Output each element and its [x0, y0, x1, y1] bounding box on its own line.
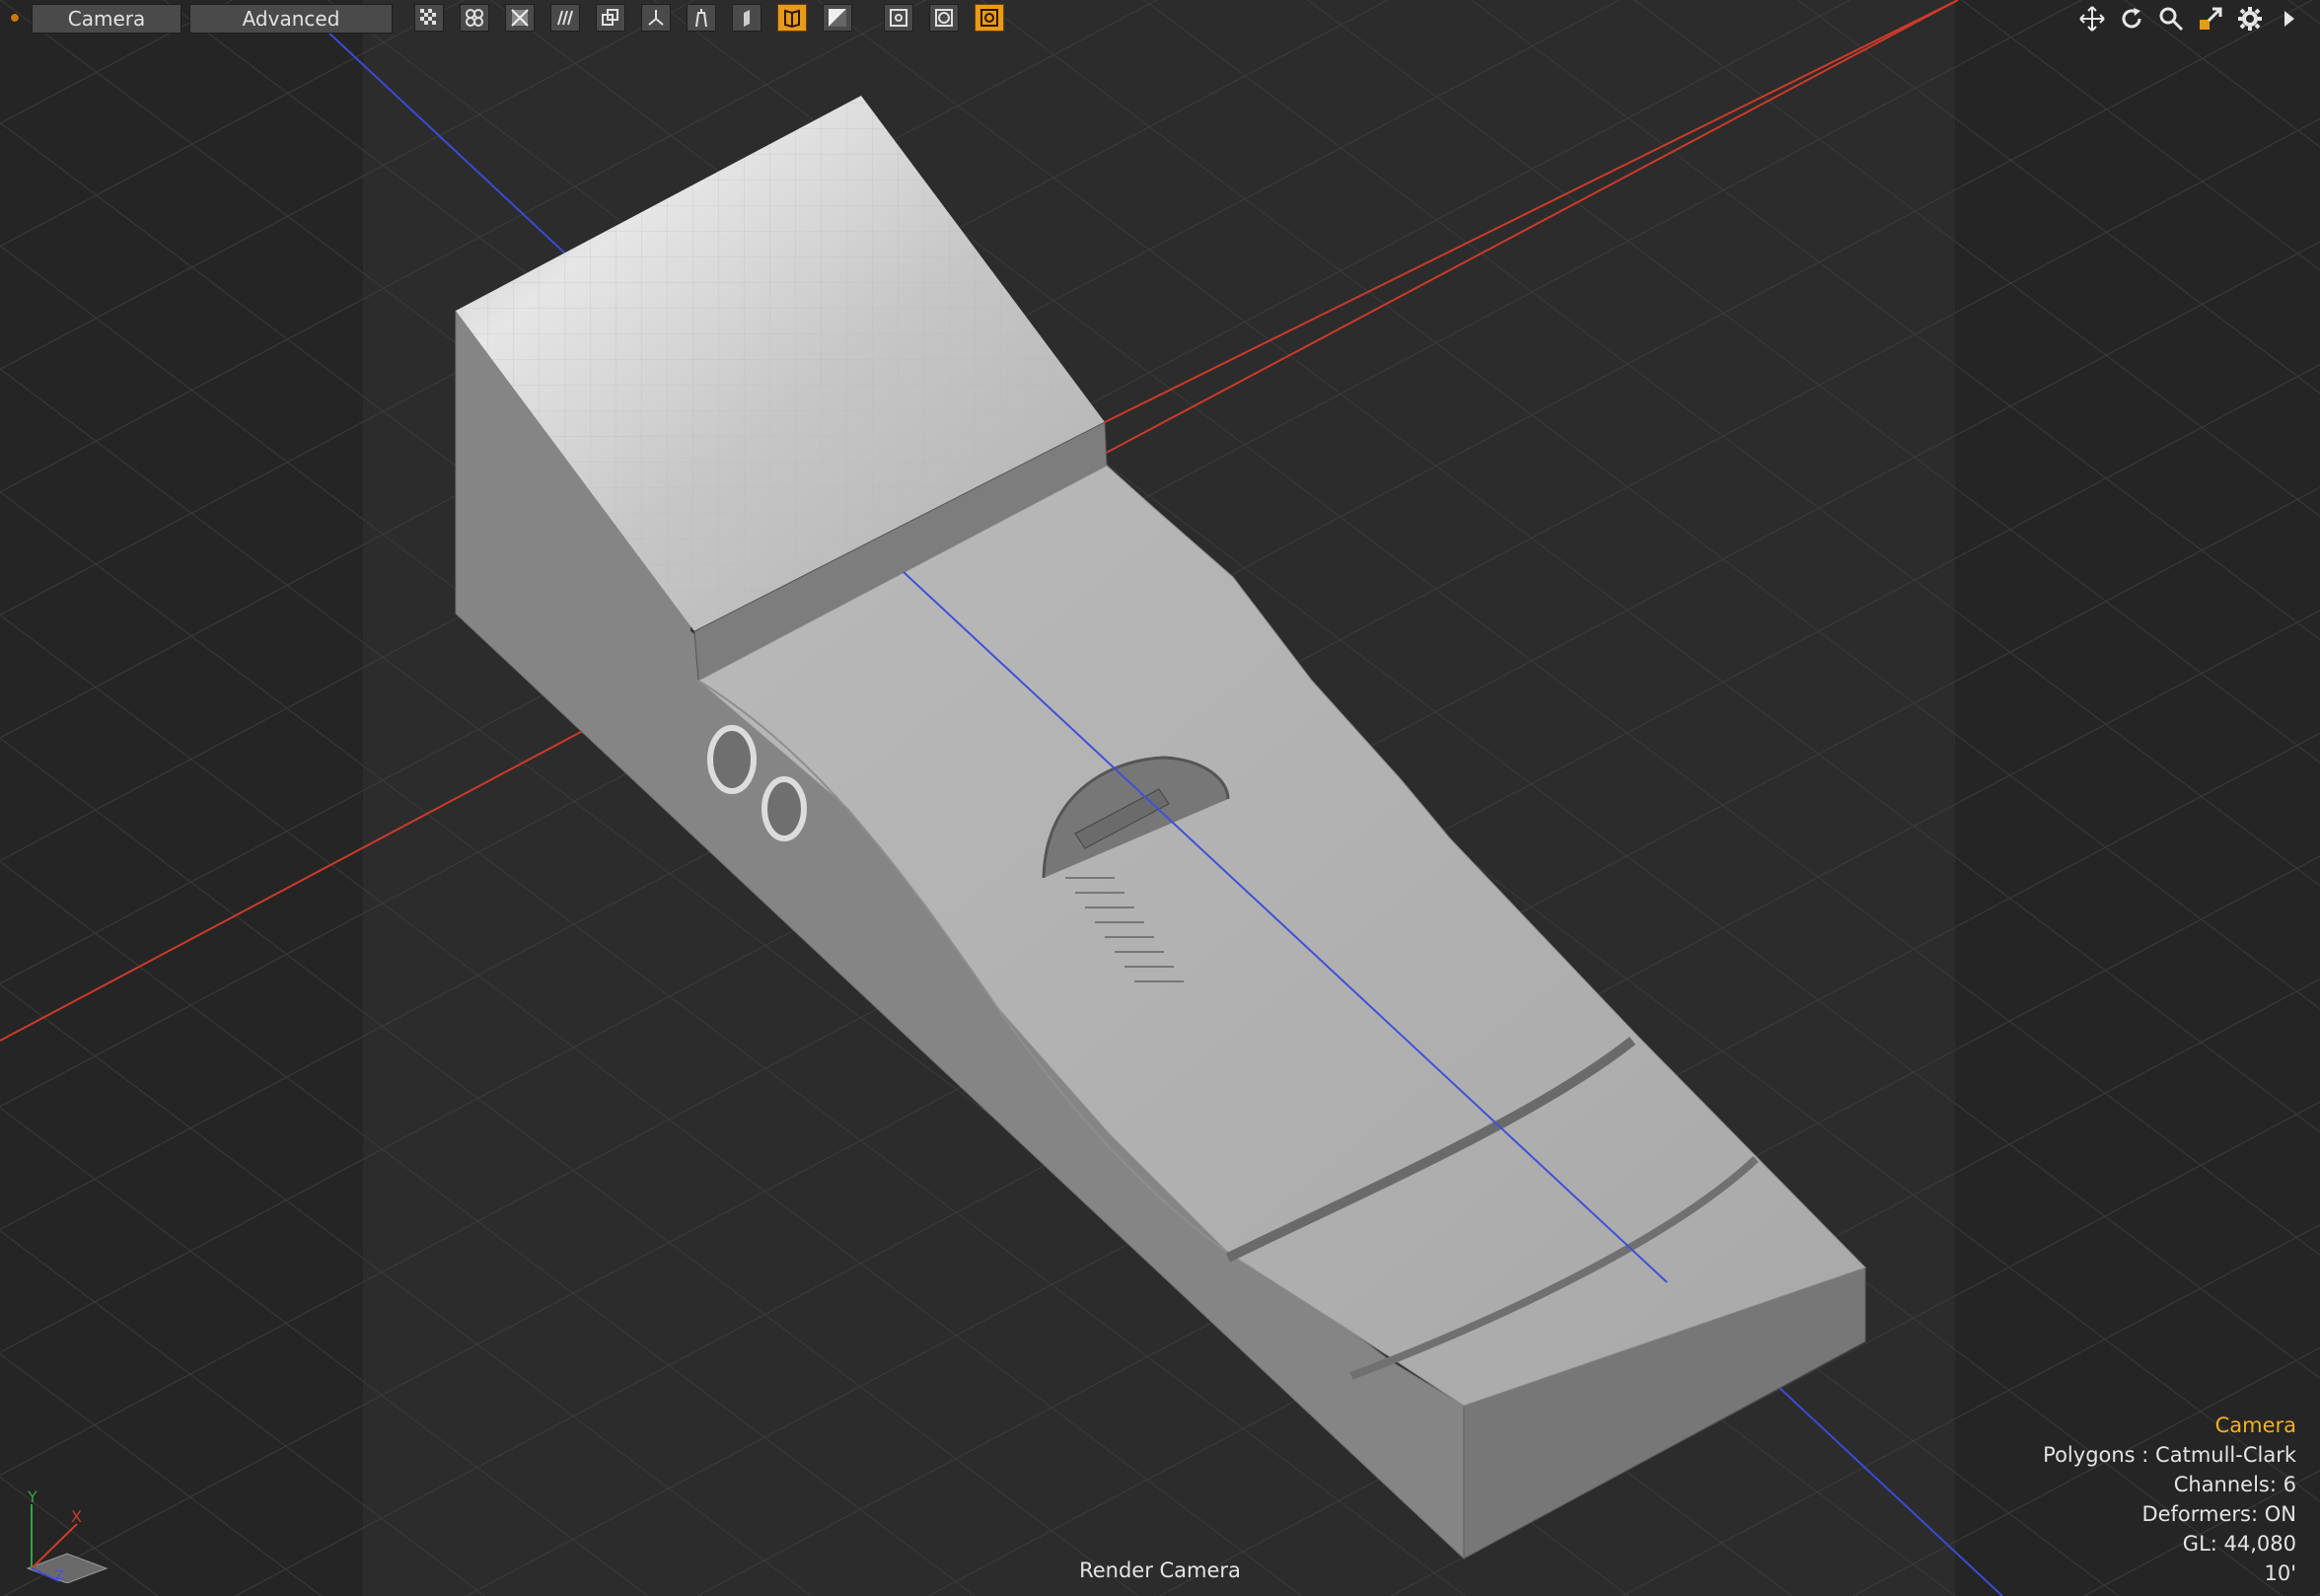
info-deformers: Deformers: ON — [2141, 1502, 2296, 1526]
gear-icon[interactable] — [2235, 4, 2265, 34]
layers-icon[interactable] — [596, 4, 625, 32]
tab-camera[interactable]: Camera — [32, 4, 181, 34]
refresh-box-icon[interactable] — [975, 4, 1004, 32]
leaf-icon[interactable] — [732, 4, 761, 32]
fit-icon[interactable] — [2196, 4, 2225, 34]
viewport-canvas[interactable] — [0, 0, 2320, 1596]
info-gl: GL: 44,080 — [2182, 1532, 2296, 1556]
diagonal-split-icon[interactable] — [823, 4, 852, 32]
viewport-toolbar: Camera Advanced — [0, 0, 2320, 36]
viewport-nav-controls — [2077, 4, 2304, 34]
play-arrow-icon[interactable] — [2275, 4, 2304, 34]
info-polygons: Polygons : Catmull-Clark — [2043, 1443, 2296, 1467]
checker-icon[interactable] — [414, 4, 444, 32]
move-icon[interactable] — [2077, 4, 2107, 34]
pipe-hole-1 — [707, 725, 757, 794]
axis-gizmo: Y X Z — [26, 1487, 109, 1583]
circle-target-icon[interactable] — [929, 4, 959, 32]
figure-icon[interactable] — [687, 4, 716, 32]
3d-viewport[interactable] — [0, 0, 2320, 1596]
gizmo-x-label: X — [71, 1507, 82, 1526]
tab-advanced[interactable]: Advanced — [189, 4, 393, 34]
waves-icon[interactable] — [550, 4, 580, 32]
cross-box-icon[interactable] — [505, 4, 535, 32]
axis-y-icon[interactable] — [641, 4, 671, 32]
book-icon[interactable] — [777, 4, 807, 32]
info-title: Camera — [2214, 1414, 2296, 1437]
pipe-hole-2 — [761, 776, 807, 841]
zoom-icon[interactable] — [2156, 4, 2186, 34]
viewport-menu-icon[interactable] — [10, 13, 20, 23]
four-circles-icon[interactable] — [460, 4, 489, 32]
square-target-icon[interactable] — [884, 4, 913, 32]
info-channels: Channels: 6 — [2173, 1473, 2296, 1496]
gizmo-z-label: Z — [55, 1568, 63, 1582]
gizmo-y-label: Y — [27, 1487, 37, 1506]
render-camera-label: Render Camera — [1079, 1559, 1241, 1582]
rotate-icon[interactable] — [2117, 4, 2146, 34]
